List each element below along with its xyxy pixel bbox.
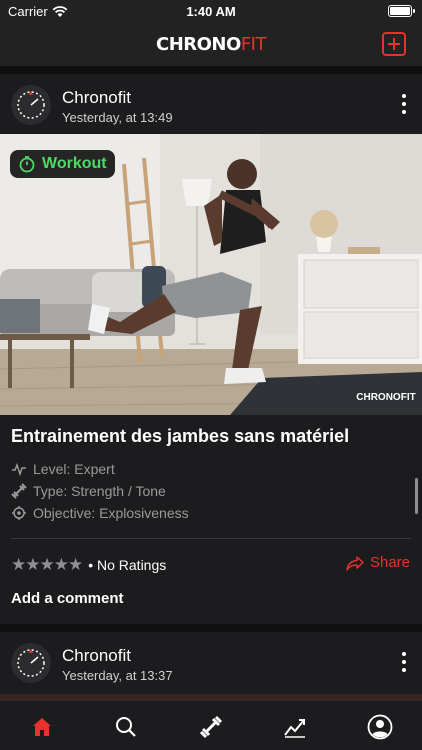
profile-icon[interactable] [366,713,394,741]
image-watermark: CHRONOFIT [356,392,416,403]
ratings-row[interactable]: ★★★★★ • No Ratings [11,555,166,575]
post-header: Chronofit Yesterday, at 13:37 [0,632,422,694]
share-label: Share [369,554,410,571]
star-rating-icon[interactable]: ★★★★★ [11,555,83,575]
share-button[interactable]: Share [346,554,410,571]
badge-label: Workout [42,155,107,172]
watermark-text: CHRONOFIT [356,392,416,403]
more-options-icon[interactable] [400,652,408,672]
objective-text: Objective: Explosiveness [33,505,189,521]
ratings-text: No Ratings [97,557,167,573]
scrollbar[interactable] [415,478,418,514]
progress-chart-icon[interactable] [281,713,309,741]
chronofit-logo-icon [12,86,50,124]
type-row: Type: Strength / Tone [11,483,166,499]
share-icon [346,555,364,571]
ratings-separator: • [88,557,97,573]
type-text: Type: Strength / Tone [33,483,166,499]
author-name[interactable]: Chronofit [62,88,131,108]
avatar[interactable] [11,643,51,683]
author-name[interactable]: Chronofit [62,646,131,666]
top-nav-bar: CHRONOFIT [0,24,422,66]
workout-image[interactable]: Workout CHRONOFIT [0,134,422,415]
dumbbell-icon[interactable] [197,713,225,741]
avatar[interactable] [11,85,51,125]
plus-icon [388,38,400,50]
workout-badge: Workout [10,150,115,178]
activity-icon [12,462,26,477]
dumbbell-small-icon [11,483,27,499]
post-header: Chronofit Yesterday, at 13:49 [0,74,422,136]
details-divider [11,538,411,539]
post-timestamp: Yesterday, at 13:49 [62,110,173,125]
feed-divider [0,624,422,632]
post-timestamp: Yesterday, at 13:37 [62,668,173,683]
add-comment-button[interactable]: Add a comment [11,590,124,607]
logo-fit: FIT [240,34,267,55]
home-icon[interactable] [28,713,56,741]
add-post-button[interactable] [382,32,406,56]
status-bar: Carrier 1:40 AM [0,0,422,24]
target-icon [12,506,26,520]
level-text: Level: Expert [33,461,115,477]
chronofit-logo-icon [12,644,50,682]
more-options-icon[interactable] [400,94,408,114]
app-logo: CHRONOFIT [0,34,422,55]
tab-bar [0,700,422,750]
objective-row: Objective: Explosiveness [11,505,189,521]
logo-chrono: CHRONO [156,34,241,55]
status-time: 1:40 AM [186,4,236,19]
search-icon[interactable] [112,713,140,741]
level-row: Level: Expert [11,461,115,477]
stopwatch-icon [19,156,35,173]
feed-divider [0,66,422,74]
workout-title[interactable]: Entrainement des jambes sans matériel [11,426,349,447]
battery-icon [388,5,415,17]
